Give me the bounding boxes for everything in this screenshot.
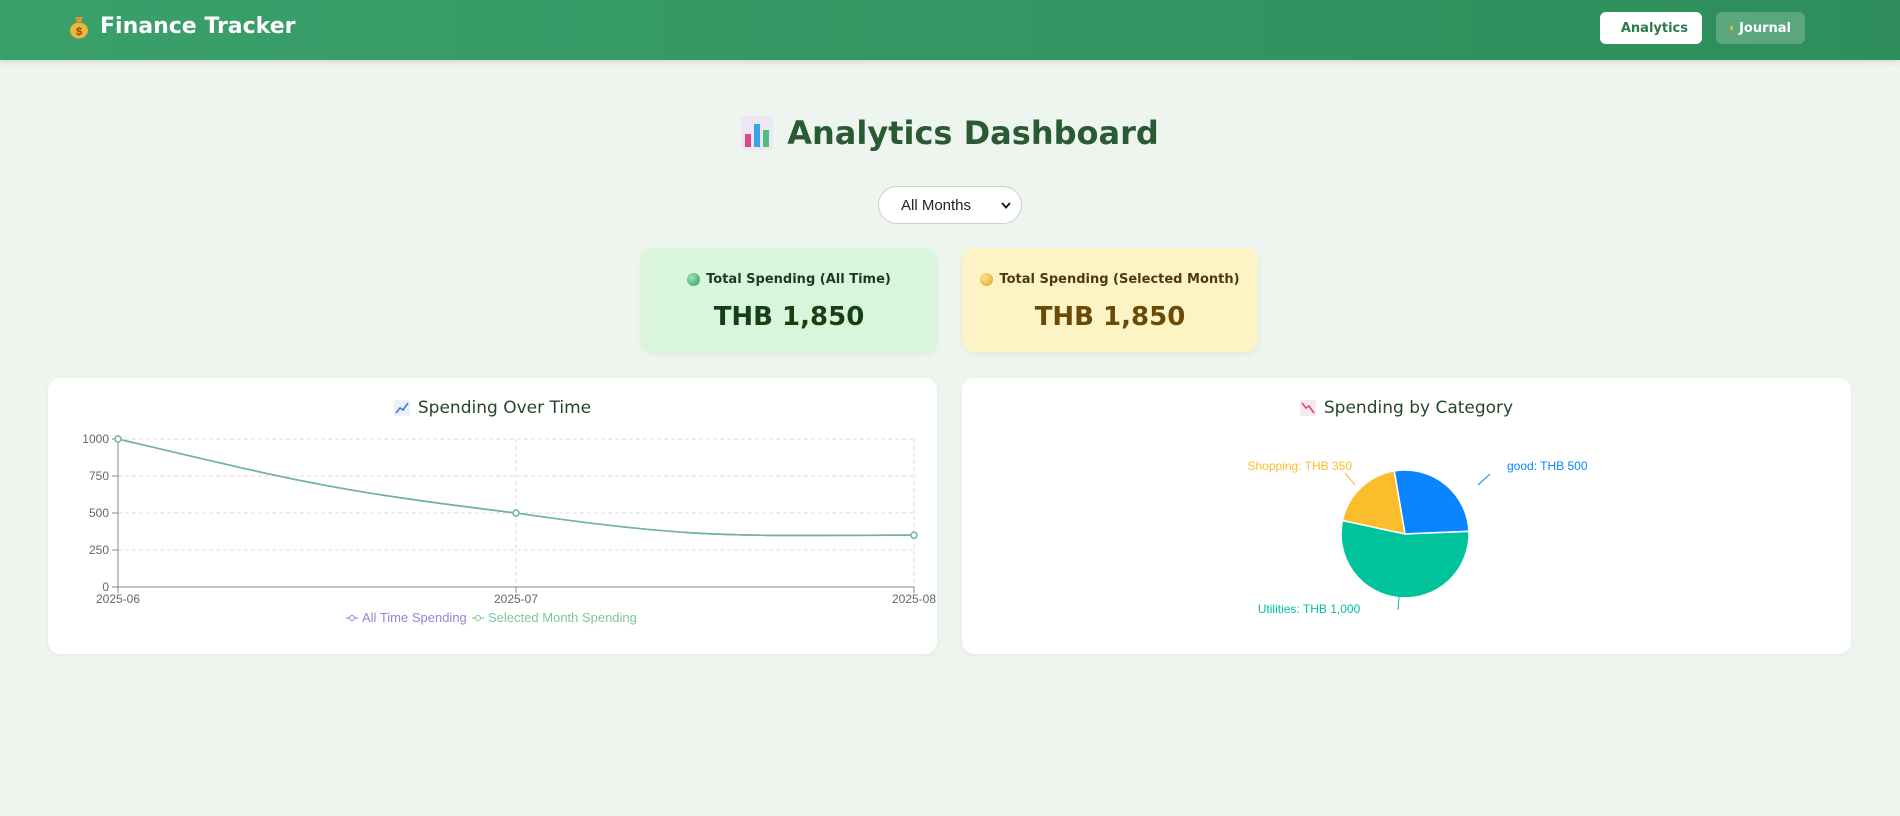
data-point	[512, 509, 520, 517]
pie-chart: good: THB 500 Utilities: THB 1,000 Shoppin…	[1247, 459, 1588, 616]
bar-chart-icon	[1614, 27, 1615, 29]
bar-chart-icon	[741, 116, 774, 150]
pie-label: Shopping: THB 350	[1247, 459, 1352, 473]
month-select-value: All Months	[901, 196, 972, 214]
x-tick-label: 2025-08	[892, 592, 936, 606]
stat-card-selected-month: Total Spending (Selected Month) THB 1,85…	[962, 248, 1258, 352]
spending-by-category-panel: Spending by Category good: THB 500 Utilit…	[962, 378, 1851, 654]
yellow-circle-icon	[980, 273, 994, 286]
y-tick-label: 500	[89, 506, 109, 520]
line-chart: 025050075010002025-06 2025-07 2025-08All T…	[82, 432, 936, 625]
legend-marker	[475, 615, 481, 621]
stat-label-all-time: Total Spending (All Time)	[641, 272, 937, 287]
legend-label: All Time Spending	[362, 610, 467, 625]
pie-label-line	[1344, 472, 1356, 486]
pie-label: Utilities: THB 1,000	[1258, 602, 1361, 616]
y-tick-label: 750	[89, 469, 109, 483]
chevron-down-icon	[1001, 201, 1011, 209]
page-title-text: Analytics Dashboard	[787, 114, 1159, 152]
stat-value-selected-month: THB 1,850	[1034, 302, 1186, 332]
green-circle-icon	[687, 273, 701, 286]
nav-journal-label: Journal	[1739, 20, 1791, 36]
nav-analytics-label: Analytics	[1620, 20, 1688, 36]
page-title: Analytics Dashboard	[0, 114, 1900, 152]
pie-label: good: THB 500	[1507, 459, 1588, 473]
app-title: Finance Tracker	[100, 14, 296, 39]
stat-label-text: Total Spending (All Time)	[706, 272, 891, 287]
svg-text:$: $	[76, 26, 82, 38]
stat-value-all-time: THB 1,850	[713, 302, 865, 332]
month-select[interactable]: All Months	[878, 186, 1022, 224]
money-bag-icon: $	[70, 16, 88, 38]
stat-label-selected-month: Total Spending (Selected Month)	[962, 272, 1258, 287]
y-tick-label: 250	[89, 543, 109, 557]
legend-marker	[349, 615, 355, 621]
y-tick-label: 1000	[82, 432, 109, 446]
pie-label-line	[1397, 596, 1400, 611]
stat-card-all-time: Total Spending (All Time) THB 1,850	[641, 248, 937, 352]
legend-label: Selected Month Spending	[488, 610, 637, 625]
x-tick-label: 2025-07	[494, 592, 538, 606]
nav-journal-button[interactable]: Journal	[1716, 12, 1805, 44]
pie-label-line	[1477, 473, 1491, 486]
nav-analytics-button[interactable]: Analytics	[1600, 12, 1702, 44]
notebook-icon	[1730, 26, 1734, 30]
stat-label-text: Total Spending (Selected Month)	[999, 272, 1240, 287]
pie-slice	[1393, 469, 1470, 535]
spending-over-time-panel: Spending Over Time 0 250 500 750 1000 2025-06…	[48, 378, 937, 654]
top-navbar: $ Finance Tracker Analytics Journal	[0, 0, 1900, 60]
data-point	[910, 531, 918, 539]
brand[interactable]: $ Finance Tracker	[68, 14, 296, 39]
x-tick-label: 2025-06	[96, 592, 140, 606]
data-point	[114, 435, 122, 443]
